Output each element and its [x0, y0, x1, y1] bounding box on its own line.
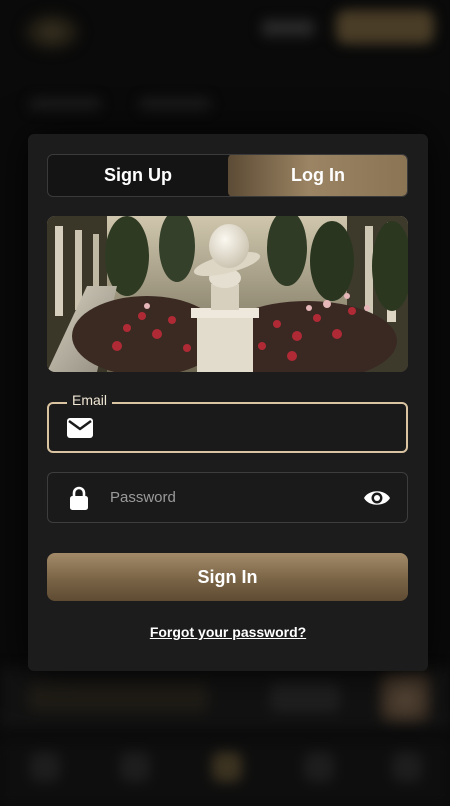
- background-tab: [212, 752, 242, 782]
- background-tab: [304, 752, 334, 782]
- background-tab: [392, 752, 422, 782]
- background-link: [262, 20, 314, 36]
- lock-icon: [48, 486, 110, 510]
- email-label: Email: [67, 392, 113, 408]
- tab-log-in[interactable]: Log In: [228, 155, 407, 196]
- background-logo: [22, 12, 82, 52]
- password-input[interactable]: [110, 489, 347, 506]
- forgot-password-link[interactable]: Forgot your password?: [28, 624, 428, 640]
- background-row-button: [270, 682, 340, 712]
- sign-in-button[interactable]: Sign In: [47, 553, 408, 601]
- background-nav-item: [140, 98, 210, 110]
- tab-sign-up[interactable]: Sign Up: [48, 155, 228, 196]
- hero-image: [47, 216, 408, 372]
- eye-icon[interactable]: [347, 488, 407, 508]
- garden-statue-image: [47, 216, 408, 372]
- background-tab: [30, 752, 60, 782]
- auth-tabs: Sign Up Log In: [47, 154, 408, 197]
- auth-modal: Sign Up Log In Email Sign In Forgot your…: [28, 134, 428, 671]
- background-nav-item: [30, 98, 100, 110]
- background-tab: [120, 752, 150, 782]
- password-field[interactable]: [47, 472, 408, 523]
- email-input[interactable]: [111, 419, 406, 436]
- background-row-button: [28, 682, 208, 712]
- background-avatar: [380, 672, 430, 722]
- background-button: [336, 10, 434, 44]
- email-field[interactable]: Email: [47, 392, 408, 453]
- envelope-icon: [49, 417, 111, 438]
